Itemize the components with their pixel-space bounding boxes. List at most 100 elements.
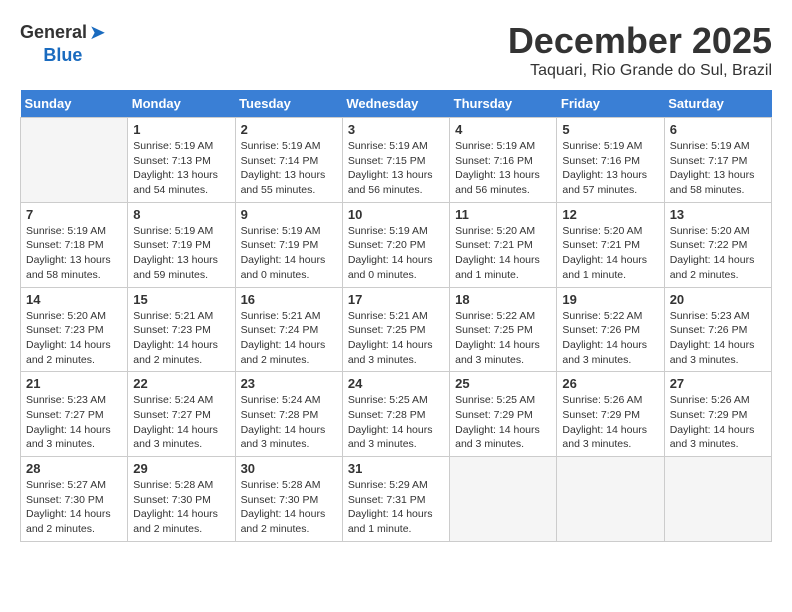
calendar-cell: 7 Sunrise: 5:19 AM Sunset: 7:18 PM Daylig…: [21, 202, 128, 287]
col-sunday: Sunday: [21, 90, 128, 118]
calendar-cell: [21, 118, 128, 203]
col-saturday: Saturday: [664, 90, 771, 118]
calendar-cell: [557, 457, 664, 542]
day-number: 6: [670, 122, 766, 137]
calendar-cell: [450, 457, 557, 542]
col-friday: Friday: [557, 90, 664, 118]
calendar-cell: 19 Sunrise: 5:22 AM Sunset: 7:26 PM Dayli…: [557, 287, 664, 372]
day-number: 20: [670, 292, 766, 307]
cell-sun-info: Sunrise: 5:19 AM Sunset: 7:18 PM Dayligh…: [26, 224, 122, 283]
cell-sun-info: Sunrise: 5:19 AM Sunset: 7:19 PM Dayligh…: [241, 224, 337, 283]
cell-sun-info: Sunrise: 5:19 AM Sunset: 7:17 PM Dayligh…: [670, 139, 766, 198]
cell-sun-info: Sunrise: 5:28 AM Sunset: 7:30 PM Dayligh…: [241, 478, 337, 537]
cell-sun-info: Sunrise: 5:19 AM Sunset: 7:14 PM Dayligh…: [241, 139, 337, 198]
calendar-cell: 2Sunrise: 5:19 AM Sunset: 7:14 PM Daylig…: [235, 118, 342, 203]
cell-sun-info: Sunrise: 5:19 AM Sunset: 7:16 PM Dayligh…: [455, 139, 551, 198]
logo-blue-text: Blue: [43, 45, 82, 65]
cell-sun-info: Sunrise: 5:24 AM Sunset: 7:28 PM Dayligh…: [241, 393, 337, 452]
calendar-cell: 12Sunrise: 5:20 AM Sunset: 7:21 PM Dayli…: [557, 202, 664, 287]
cell-sun-info: Sunrise: 5:19 AM Sunset: 7:19 PM Dayligh…: [133, 224, 229, 283]
cell-sun-info: Sunrise: 5:26 AM Sunset: 7:29 PM Dayligh…: [670, 393, 766, 452]
day-number: 14: [26, 292, 122, 307]
calendar-cell: 23 Sunrise: 5:24 AM Sunset: 7:28 PM Dayli…: [235, 372, 342, 457]
day-number: 17: [348, 292, 444, 307]
calendar-cell: 31Sunrise: 5:29 AM Sunset: 7:31 PM Dayli…: [342, 457, 449, 542]
cell-sun-info: Sunrise: 5:24 AM Sunset: 7:27 PM Dayligh…: [133, 393, 229, 452]
day-number: 29: [133, 461, 229, 476]
cell-sun-info: Sunrise: 5:27 AM Sunset: 7:30 PM Dayligh…: [26, 478, 122, 537]
calendar-cell: 16 Sunrise: 5:21 AM Sunset: 7:24 PM Dayli…: [235, 287, 342, 372]
cell-sun-info: Sunrise: 5:20 AM Sunset: 7:22 PM Dayligh…: [670, 224, 766, 283]
cell-sun-info: Sunrise: 5:25 AM Sunset: 7:28 PM Dayligh…: [348, 393, 444, 452]
calendar-header-row: Sunday Monday Tuesday Wednesday Thursday…: [21, 90, 772, 118]
cell-sun-info: Sunrise: 5:19 AM Sunset: 7:16 PM Dayligh…: [562, 139, 658, 198]
cell-sun-info: Sunrise: 5:23 AM Sunset: 7:26 PM Dayligh…: [670, 309, 766, 368]
calendar-cell: 1 Sunrise: 5:19 AM Sunset: 7:13 PM Daylig…: [128, 118, 235, 203]
day-number: 16: [241, 292, 337, 307]
calendar-cell: 24 Sunrise: 5:25 AM Sunset: 7:28 PM Dayli…: [342, 372, 449, 457]
day-number: 23: [241, 376, 337, 391]
calendar-table: Sunday Monday Tuesday Wednesday Thursday…: [20, 90, 772, 542]
cell-sun-info: Sunrise: 5:23 AM Sunset: 7:27 PM Dayligh…: [26, 393, 122, 452]
logo-general-text: General: [20, 22, 87, 43]
cell-sun-info: Sunrise: 5:19 AM Sunset: 7:13 PM Dayligh…: [133, 139, 229, 198]
day-number: 7: [26, 207, 122, 222]
calendar-week-1: 1 Sunrise: 5:19 AM Sunset: 7:13 PM Daylig…: [21, 118, 772, 203]
calendar-cell: 9 Sunrise: 5:19 AM Sunset: 7:19 PM Daylig…: [235, 202, 342, 287]
cell-sun-info: Sunrise: 5:28 AM Sunset: 7:30 PM Dayligh…: [133, 478, 229, 537]
calendar-cell: 25Sunrise: 5:25 AM Sunset: 7:29 PM Dayli…: [450, 372, 557, 457]
day-number: 18: [455, 292, 551, 307]
day-number: 5: [562, 122, 658, 137]
calendar-cell: 20 Sunrise: 5:23 AM Sunset: 7:26 PM Dayli…: [664, 287, 771, 372]
day-number: 26: [562, 376, 658, 391]
calendar-cell: 6 Sunrise: 5:19 AM Sunset: 7:17 PM Daylig…: [664, 118, 771, 203]
col-thursday: Thursday: [450, 90, 557, 118]
calendar-week-5: 28 Sunrise: 5:27 AM Sunset: 7:30 PM Dayli…: [21, 457, 772, 542]
day-number: 13: [670, 207, 766, 222]
day-number: 9: [241, 207, 337, 222]
cell-sun-info: Sunrise: 5:22 AM Sunset: 7:25 PM Dayligh…: [455, 309, 551, 368]
calendar-cell: 3Sunrise: 5:19 AM Sunset: 7:15 PM Daylig…: [342, 118, 449, 203]
cell-sun-info: Sunrise: 5:21 AM Sunset: 7:23 PM Dayligh…: [133, 309, 229, 368]
cell-sun-info: Sunrise: 5:21 AM Sunset: 7:24 PM Dayligh…: [241, 309, 337, 368]
calendar-cell: 17 Sunrise: 5:21 AM Sunset: 7:25 PM Dayli…: [342, 287, 449, 372]
cell-sun-info: Sunrise: 5:25 AM Sunset: 7:29 PM Dayligh…: [455, 393, 551, 452]
calendar-cell: 8 Sunrise: 5:19 AM Sunset: 7:19 PM Daylig…: [128, 202, 235, 287]
day-number: 8: [133, 207, 229, 222]
cell-sun-info: Sunrise: 5:26 AM Sunset: 7:29 PM Dayligh…: [562, 393, 658, 452]
col-monday: Monday: [128, 90, 235, 118]
calendar-cell: 4Sunrise: 5:19 AM Sunset: 7:16 PM Daylig…: [450, 118, 557, 203]
location-title: Taquari, Rio Grande do Sul, Brazil: [508, 62, 772, 80]
logo: General ➤ Blue: [20, 20, 106, 66]
calendar-cell: 5 Sunrise: 5:19 AM Sunset: 7:16 PM Daylig…: [557, 118, 664, 203]
day-number: 27: [670, 376, 766, 391]
calendar-week-3: 14Sunrise: 5:20 AM Sunset: 7:23 PM Dayli…: [21, 287, 772, 372]
day-number: 1: [133, 122, 229, 137]
cell-sun-info: Sunrise: 5:21 AM Sunset: 7:25 PM Dayligh…: [348, 309, 444, 368]
calendar-cell: 18 Sunrise: 5:22 AM Sunset: 7:25 PM Dayli…: [450, 287, 557, 372]
calendar-cell: 11 Sunrise: 5:20 AM Sunset: 7:21 PM Dayli…: [450, 202, 557, 287]
cell-sun-info: Sunrise: 5:22 AM Sunset: 7:26 PM Dayligh…: [562, 309, 658, 368]
title-block: December 2025 Taquari, Rio Grande do Sul…: [508, 20, 772, 80]
day-number: 31: [348, 461, 444, 476]
day-number: 15: [133, 292, 229, 307]
calendar-cell: 28 Sunrise: 5:27 AM Sunset: 7:30 PM Dayli…: [21, 457, 128, 542]
day-number: 30: [241, 461, 337, 476]
day-number: 3: [348, 122, 444, 137]
calendar-cell: 26 Sunrise: 5:26 AM Sunset: 7:29 PM Dayli…: [557, 372, 664, 457]
calendar-week-4: 21Sunrise: 5:23 AM Sunset: 7:27 PM Dayli…: [21, 372, 772, 457]
calendar-cell: [664, 457, 771, 542]
page-header: General ➤ Blue December 2025 Taquari, Ri…: [20, 20, 772, 80]
day-number: 19: [562, 292, 658, 307]
day-number: 10: [348, 207, 444, 222]
month-title: December 2025: [508, 20, 772, 62]
day-number: 24: [348, 376, 444, 391]
day-number: 12: [562, 207, 658, 222]
logo-bird-icon: ➤: [89, 20, 106, 45]
day-number: 11: [455, 207, 551, 222]
calendar-cell: 22Sunrise: 5:24 AM Sunset: 7:27 PM Dayli…: [128, 372, 235, 457]
cell-sun-info: Sunrise: 5:20 AM Sunset: 7:21 PM Dayligh…: [455, 224, 551, 283]
calendar-cell: 13 Sunrise: 5:20 AM Sunset: 7:22 PM Dayli…: [664, 202, 771, 287]
day-number: 28: [26, 461, 122, 476]
calendar-cell: 21Sunrise: 5:23 AM Sunset: 7:27 PM Dayli…: [21, 372, 128, 457]
